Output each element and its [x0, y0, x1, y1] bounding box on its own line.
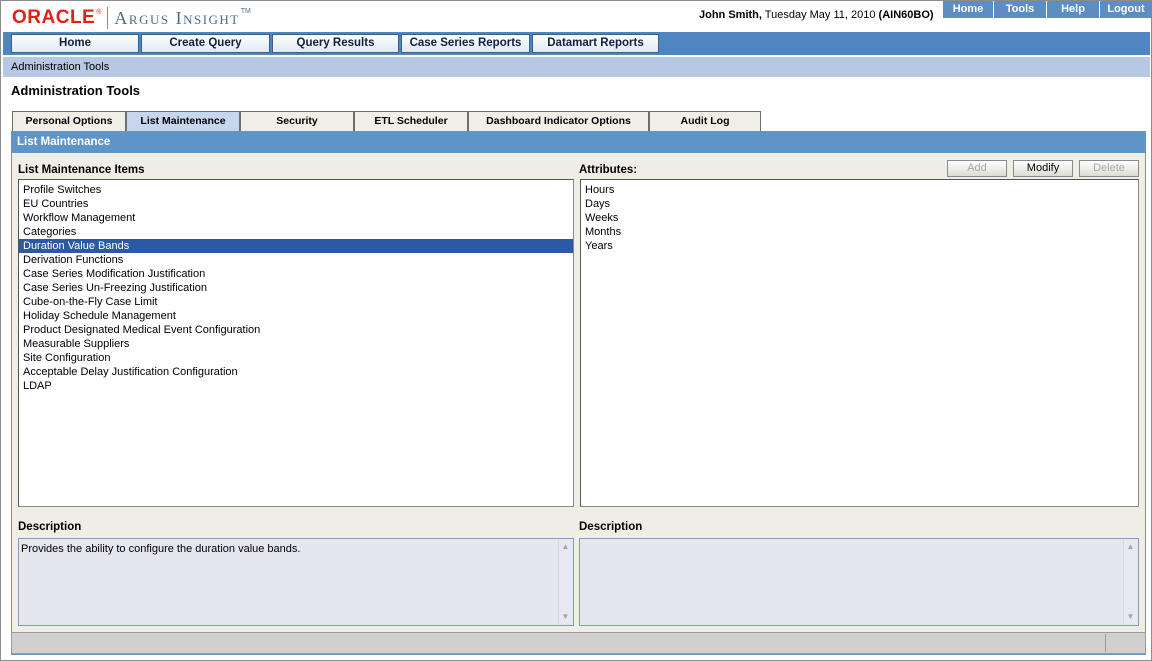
list-item[interactable]: Profile Switches	[19, 183, 573, 197]
breadcrumb-bar: Administration Tools	[3, 57, 1150, 77]
registered-mark-icon: ®	[96, 8, 102, 16]
status-bar-divider	[1105, 634, 1106, 652]
left-description-scrollbar[interactable]: ▲ ▼	[558, 540, 572, 624]
product-name: Argus Insight	[114, 7, 240, 28]
list-item[interactable]: Derivation Functions	[19, 253, 573, 267]
add-button[interactable]: Add	[947, 160, 1007, 177]
attributes-label: Attributes:	[579, 164, 638, 176]
nav-tab-home[interactable]: Home	[11, 34, 139, 53]
list-item[interactable]: Workflow Management	[19, 211, 573, 225]
attribute-item[interactable]: Hours	[581, 183, 1138, 197]
top-link-help[interactable]: Help	[1046, 1, 1099, 18]
list-item[interactable]: Product Designated Medical Event Configu…	[19, 323, 573, 337]
logo-divider	[107, 7, 109, 29]
list-item[interactable]: Case Series Modification Justification	[19, 267, 573, 281]
attribute-item[interactable]: Days	[581, 197, 1138, 211]
list-item[interactable]: Cube-on-the-Fly Case Limit	[19, 295, 573, 309]
top-link-tools[interactable]: Tools	[993, 1, 1046, 18]
main-nav-bar: Home Create Query Query Results Case Ser…	[3, 32, 1150, 55]
oracle-wordmark: ORACLE	[12, 7, 96, 28]
nav-tab-case-series-reports[interactable]: Case Series Reports	[401, 34, 530, 53]
panel-header: List Maintenance	[12, 132, 1145, 153]
right-description-textarea[interactable]: ▲ ▼	[579, 538, 1139, 626]
status-bar	[11, 632, 1146, 654]
nav-tab-create-query[interactable]: Create Query	[141, 34, 270, 53]
attributes-listbox[interactable]: Hours Days Weeks Months Years	[580, 179, 1139, 507]
breadcrumb: Administration Tools	[11, 61, 110, 73]
list-maintenance-panel: List Maintenance List Maintenance Items …	[11, 131, 1146, 655]
tab-audit-log[interactable]: Audit Log	[649, 111, 761, 131]
tab-dashboard-indicator-options[interactable]: Dashboard Indicator Options	[468, 111, 649, 131]
right-description-scrollbar[interactable]: ▲ ▼	[1123, 540, 1137, 624]
instance-id: (AIN60BO)	[878, 9, 934, 21]
attribute-item[interactable]: Months	[581, 225, 1138, 239]
left-description-label: Description	[18, 521, 82, 533]
user-info: John Smith, Tuesday May 11, 2010 (AIN60B…	[699, 9, 934, 21]
list-item[interactable]: Duration Value Bands	[19, 239, 573, 253]
left-description-textarea[interactable]: Provides the ability to configure the du…	[18, 538, 574, 626]
scroll-down-arrow-icon[interactable]: ▼	[1124, 610, 1137, 624]
list-item[interactable]: Holiday Schedule Management	[19, 309, 573, 323]
list-item[interactable]: Acceptable Delay Justification Configura…	[19, 365, 573, 379]
tab-list-maintenance[interactable]: List Maintenance	[126, 111, 240, 131]
tab-etl-scheduler[interactable]: ETL Scheduler	[354, 111, 468, 131]
right-description-label: Description	[579, 521, 643, 533]
list-item[interactable]: EU Countries	[19, 197, 573, 211]
oracle-argus-logo: ORACLE ® Argus Insight TM	[12, 7, 251, 29]
list-items-listbox[interactable]: Profile Switches EU Countries Workflow Man…	[18, 179, 574, 507]
nav-tab-datamart-reports[interactable]: Datamart Reports	[532, 34, 659, 53]
scroll-down-arrow-icon[interactable]: ▼	[559, 610, 572, 624]
tab-personal-options[interactable]: Personal Options	[12, 111, 126, 131]
scroll-up-arrow-icon[interactable]: ▲	[559, 540, 572, 554]
application-window: ORACLE ® Argus Insight TM John Smith, Tues…	[0, 0, 1152, 661]
top-links: Home Tools Help Logout	[942, 1, 1152, 18]
list-items-label: List Maintenance Items	[18, 164, 145, 176]
attribute-item[interactable]: Weeks	[581, 211, 1138, 225]
header: ORACLE ® Argus Insight TM John Smith, Tues…	[1, 1, 1152, 32]
user-name: John Smith,	[699, 9, 762, 21]
list-item[interactable]: Case Series Un-Freezing Justification	[19, 281, 573, 295]
trademark-mark: TM	[240, 7, 251, 15]
attribute-item[interactable]: Years	[581, 239, 1138, 253]
panel-title: List Maintenance	[17, 136, 111, 148]
current-date: Tuesday May 11, 2010	[761, 9, 879, 21]
list-item[interactable]: LDAP	[19, 379, 573, 393]
modify-button[interactable]: Modify	[1013, 160, 1073, 177]
page-title: Administration Tools	[11, 83, 141, 98]
left-description-text: Provides the ability to configure the du…	[21, 543, 301, 555]
top-link-home[interactable]: Home	[942, 1, 993, 18]
scroll-up-arrow-icon[interactable]: ▲	[1124, 540, 1137, 554]
tab-security[interactable]: Security	[240, 111, 354, 131]
nav-tab-query-results[interactable]: Query Results	[272, 34, 399, 53]
list-item[interactable]: Categories	[19, 225, 573, 239]
list-item[interactable]: Site Configuration	[19, 351, 573, 365]
top-link-logout[interactable]: Logout	[1099, 1, 1152, 18]
list-item[interactable]: Measurable Suppliers	[19, 337, 573, 351]
delete-button[interactable]: Delete	[1079, 160, 1139, 177]
